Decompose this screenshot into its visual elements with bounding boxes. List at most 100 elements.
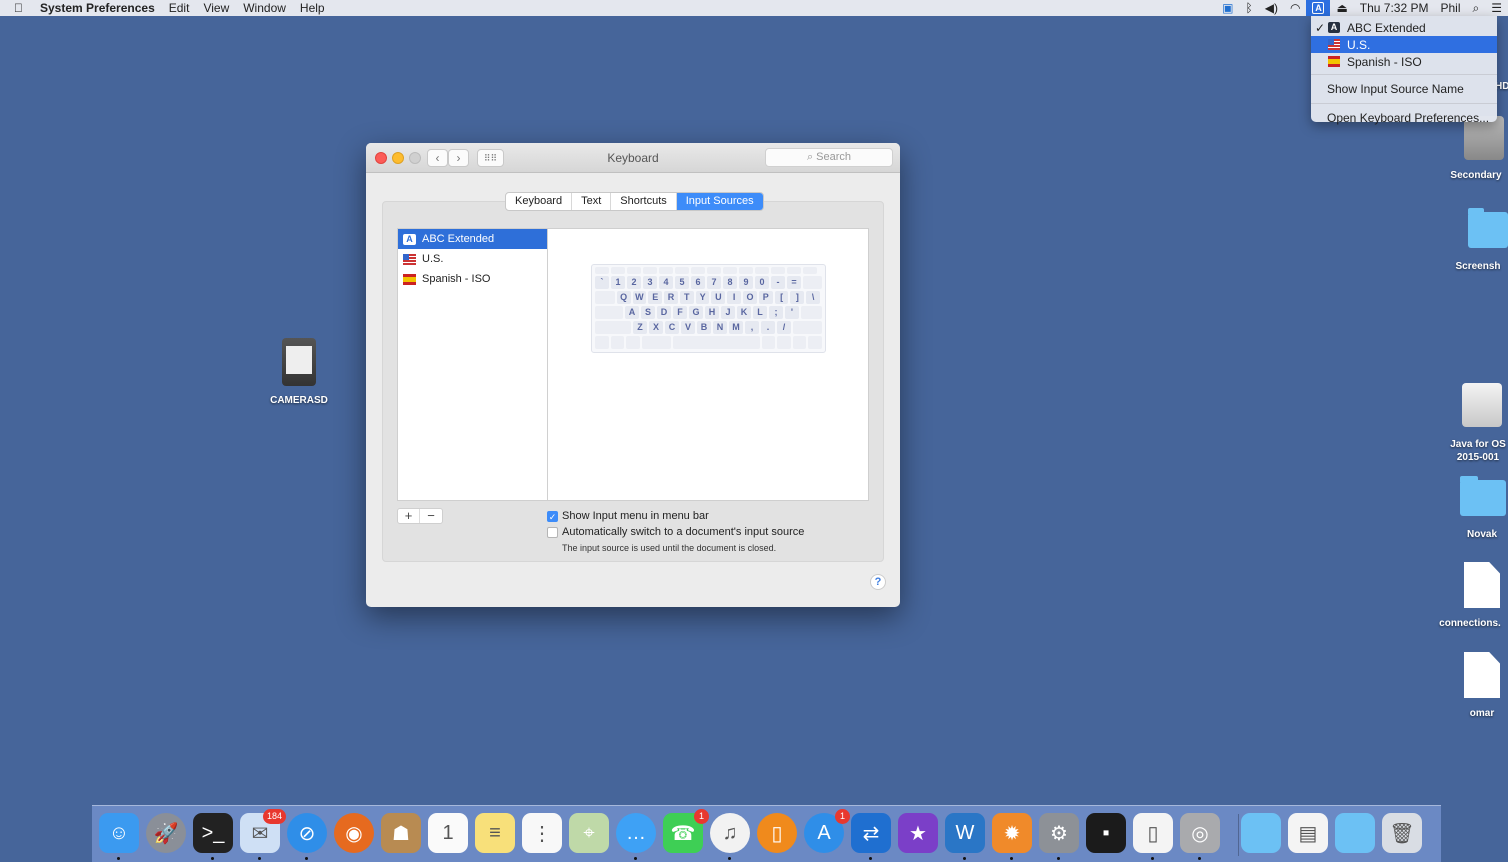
facetime-icon[interactable]: ☎ 1 <box>663 809 709 853</box>
list-item-abc-extended[interactable]: A ABC Extended <box>398 229 547 249</box>
list-item-us[interactable]: U.S. <box>398 249 547 269</box>
key-blank <box>707 267 721 274</box>
title-bar[interactable]: ‹ › ⠿⠿ Keyboard ⌕ Search <box>366 143 900 173</box>
abc-icon: A <box>403 233 416 245</box>
menu-item-open-keyboard-preferences[interactable]: Open Keyboard Preferences... <box>1311 108 1497 128</box>
menu-window[interactable]: Window <box>236 0 293 16</box>
imovie-icon[interactable]: ★ <box>898 813 938 853</box>
key: S <box>641 306 655 319</box>
key: 5 <box>675 276 689 289</box>
list-item-spanish-iso[interactable]: Spanish - ISO <box>398 269 547 289</box>
tab-text[interactable]: Text <box>572 193 612 210</box>
menu-edit[interactable]: Edit <box>162 0 197 16</box>
calendar-icon[interactable]: 1 <box>428 813 468 853</box>
maps-icon[interactable]: ⌖ <box>569 813 609 853</box>
checkbox-label: Automatically switch to a document's inp… <box>562 526 805 538</box>
apple-menu-icon[interactable]:  <box>0 0 33 16</box>
trash-icon[interactable]: 🗑 <box>1382 813 1422 853</box>
running-indicator <box>634 857 637 860</box>
image-capture-icon[interactable]: ◎ <box>1180 813 1220 853</box>
volume-icon[interactable]: ◀) <box>1259 0 1284 16</box>
gear-orange-icon[interactable]: ✹ <box>992 813 1032 853</box>
input-source-list[interactable]: A ABC Extended U.S. Spanish - ISO <box>398 229 548 500</box>
wifi-icon[interactable]: ◠ <box>1284 0 1306 16</box>
key-blank <box>626 336 640 349</box>
mail-stamp-icon[interactable]: ✉ 184 <box>240 809 286 853</box>
dock-separator <box>1238 814 1239 856</box>
tab-shortcuts[interactable]: Shortcuts <box>611 193 677 210</box>
spanish-flag-icon <box>1328 56 1340 67</box>
running-indicator <box>963 857 966 860</box>
folder-icon[interactable] <box>1335 813 1375 853</box>
libreoffice-icon[interactable]: ▯ <box>1133 813 1173 853</box>
wunderlist-icon[interactable]: W <box>945 813 985 853</box>
search-field[interactable]: ⌕ Search <box>765 148 893 167</box>
menu-separator <box>1311 103 1497 104</box>
running-indicator <box>1198 857 1201 860</box>
key: Y <box>695 291 710 304</box>
folder-icon[interactable] <box>1241 813 1281 853</box>
menu-item-abc-extended[interactable]: ✓ A ABC Extended <box>1311 19 1497 36</box>
key: , <box>745 321 759 334</box>
input-source-menu-icon[interactable]: A <box>1306 0 1331 16</box>
clock[interactable]: Thu 7:32 PM <box>1354 0 1435 16</box>
key-blank <box>595 267 609 274</box>
list-item-label: ABC Extended <box>422 233 495 245</box>
menu-item-spanish-iso[interactable]: Spanish - ISO <box>1311 53 1497 70</box>
file-icon <box>1464 652 1500 698</box>
reminders-icon[interactable]: ⋮ <box>522 813 562 853</box>
disk-image-icon <box>1462 383 1502 427</box>
key: K <box>737 306 751 319</box>
key-blank <box>787 267 801 274</box>
notification-center-icon[interactable]: ☰ <box>1485 0 1508 16</box>
eject-icon[interactable]: ⏏ <box>1330 0 1353 16</box>
system-preferences-icon[interactable]: ⚙ <box>1039 813 1079 853</box>
app-menu[interactable]: System Preferences <box>33 0 162 16</box>
desktop-icon-label: connections. <box>1439 618 1501 629</box>
spotlight-search-icon[interactable]: ⌕ <box>1467 0 1486 16</box>
finder-icon[interactable]: ☺ <box>99 813 139 853</box>
remove-source-button[interactable]: − <box>420 509 442 523</box>
key: Z <box>633 321 647 334</box>
tab-input-sources[interactable]: Input Sources <box>676 193 763 210</box>
add-source-button[interactable]: + <box>398 509 420 523</box>
show-input-menu-checkbox[interactable]: ✓ Show Input menu in menu bar <box>547 510 709 522</box>
key: F <box>673 306 687 319</box>
auto-switch-checkbox[interactable]: Automatically switch to a document's inp… <box>547 526 804 538</box>
exec-terminal-icon[interactable]: ▪ <box>1086 813 1126 853</box>
tab-keyboard[interactable]: Keyboard <box>506 193 573 210</box>
key: A <box>625 306 639 319</box>
menu-item-label: Spanish - ISO <box>1347 54 1422 69</box>
launchpad-icon[interactable]: 🚀 <box>146 813 186 853</box>
menu-item-us[interactable]: U.S. <box>1311 36 1497 53</box>
key: R <box>664 291 678 304</box>
keyboard-row: Z X C V B N M,. / <box>595 321 822 334</box>
key-blank <box>641 336 671 349</box>
checkbox-checked-icon: ✓ <box>547 510 558 522</box>
teamviewer-icon[interactable]: ⇄ <box>851 813 891 853</box>
menu-item-show-input-source-name[interactable]: Show Input Source Name <box>1311 79 1497 99</box>
key: V <box>681 321 695 334</box>
dock: ☺ 🚀 >_ ✉ 184 ⊘ ◉ ☗ 1 ≡ ⋮ ⌖… ☎ 1 ♫ ▯ A 1 ⇄ ★ W ✹ ⚙ ▪ ▯ ◎ ▤ 🗑 <box>92 805 1441 862</box>
menu-help[interactable]: Help <box>293 0 332 16</box>
document-icon[interactable]: ▤ <box>1288 813 1328 853</box>
key: [ <box>774 291 789 304</box>
keyboard-row <box>595 267 822 274</box>
key-blank <box>595 321 631 334</box>
running-indicator <box>728 857 731 860</box>
itunes-icon[interactable]: ♫ <box>710 813 750 853</box>
notes-icon[interactable]: ≡ <box>475 813 515 853</box>
safari-icon[interactable]: ⊘ <box>287 813 327 853</box>
firefox-icon[interactable]: ◉ <box>334 813 374 853</box>
bluetooth-icon[interactable]: ᛒ <box>1240 0 1259 16</box>
teamviewer-status-icon[interactable]: ▣ <box>1216 0 1239 16</box>
help-button[interactable]: ? <box>870 574 886 590</box>
menu-view[interactable]: View <box>196 0 236 16</box>
app-store-icon[interactable]: A1 <box>804 809 850 853</box>
messages-icon[interactable]: … <box>616 813 656 853</box>
terminal-icon[interactable]: >_ <box>193 813 233 853</box>
user-menu[interactable]: Phil <box>1434 0 1466 16</box>
ibooks-icon[interactable]: ▯ <box>757 813 797 853</box>
key-blank <box>755 267 769 274</box>
contacts-icon[interactable]: ☗ <box>381 813 421 853</box>
